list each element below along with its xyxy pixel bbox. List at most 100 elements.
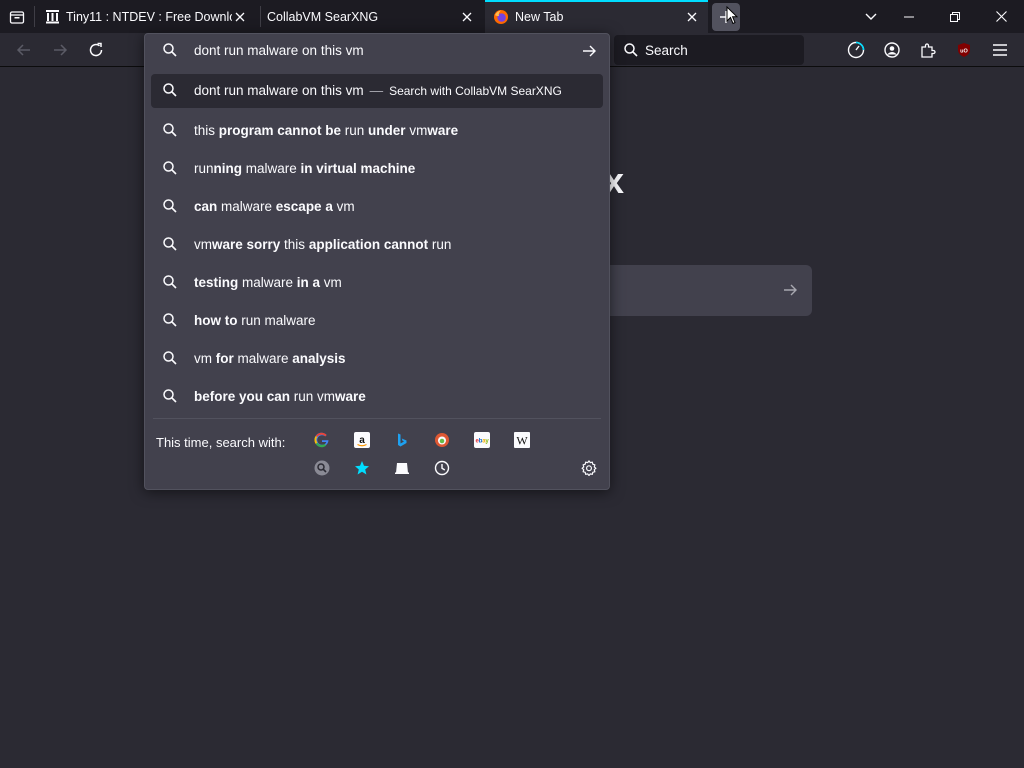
close-icon xyxy=(995,11,1007,22)
suggestion-bold-part: ware xyxy=(335,389,366,404)
close-tab-button[interactable] xyxy=(459,9,475,25)
search-bar[interactable]: Search xyxy=(614,35,804,65)
suggestion-text: can malware escape a vm xyxy=(194,199,355,214)
tab-tiny11[interactable]: Tiny11 : NTDEV : Free Download, Borrow, … xyxy=(38,0,258,33)
amazon-icon[interactable]: a xyxy=(353,431,371,449)
tabs-icon[interactable] xyxy=(393,459,411,477)
reload-icon xyxy=(89,42,103,57)
search-suggestion[interactable]: running malware in virtual machine xyxy=(145,150,609,188)
suggestion-plain-part: this xyxy=(280,237,309,252)
account-icon xyxy=(884,42,900,58)
urlbar-dropdown: dont run malware on this vm dont run mal… xyxy=(144,33,610,490)
result-text: dont run malware on this vm — Search with … xyxy=(194,83,562,98)
extensions-button[interactable] xyxy=(913,35,943,65)
search-icon xyxy=(163,43,177,57)
go-button[interactable] xyxy=(581,43,597,59)
suggestion-text: vm for malware analysis xyxy=(194,351,346,366)
search-icon xyxy=(163,237,177,251)
suggestion-plain-part: this xyxy=(194,123,219,138)
search-suggestion[interactable]: vm for malware analysis xyxy=(145,340,609,378)
history-icon[interactable] xyxy=(433,459,451,477)
svg-text:a: a xyxy=(359,435,365,446)
hamburger-menu-icon xyxy=(993,44,1007,56)
search-icon xyxy=(163,123,177,137)
searxng-icon[interactable] xyxy=(313,459,331,477)
performance-button[interactable] xyxy=(841,35,871,65)
duckduckgo-icon[interactable] xyxy=(433,431,451,449)
minimize-icon xyxy=(904,16,914,17)
search-icon xyxy=(163,83,177,97)
result-separator: — xyxy=(369,83,384,98)
bing-icon[interactable] xyxy=(393,431,411,449)
tab-title: CollabVM SearXNG xyxy=(267,9,379,24)
search-icon xyxy=(163,389,177,403)
suggestion-bold-part: testing xyxy=(194,275,239,290)
firefox-view-icon xyxy=(9,10,25,24)
close-tab-button[interactable] xyxy=(232,9,248,25)
urlbar-input[interactable]: dont run malware on this vm xyxy=(145,34,609,68)
mouse-cursor-icon xyxy=(726,6,738,25)
back-button[interactable] xyxy=(9,35,39,65)
tab-collabvm-searxng[interactable]: CollabVM SearXNG xyxy=(261,0,483,33)
one-off-search-label: This time, search with: xyxy=(156,435,286,450)
bookmarks-icon[interactable] xyxy=(353,459,371,477)
suggestion-bold-part: before you can xyxy=(194,389,291,404)
restore-icon xyxy=(950,11,960,22)
close-tab-button[interactable] xyxy=(684,9,700,25)
heuristic-result[interactable]: dont run malware on this vm — Search with … xyxy=(151,74,603,108)
search-suggestion[interactable]: testing malware in a vm xyxy=(145,264,609,302)
suggestion-plain-part: vm xyxy=(194,351,216,366)
heuristic-query: dont run malware on this vm xyxy=(194,83,364,98)
suggestion-plain-part: run xyxy=(341,123,369,138)
search-icon xyxy=(163,351,177,365)
svg-text:uO: uO xyxy=(960,49,968,55)
firefox-icon xyxy=(493,9,509,25)
app-menu-button[interactable] xyxy=(985,35,1015,65)
suggestion-plain-part: run malware xyxy=(237,313,316,328)
account-button[interactable] xyxy=(877,35,907,65)
suggestion-plain-part: vm xyxy=(320,275,342,290)
window-close-button[interactable] xyxy=(978,0,1024,33)
search-suggestion[interactable]: how to run malware xyxy=(145,302,609,340)
suggestion-bold-part: ware xyxy=(427,123,459,138)
forward-arrow-icon xyxy=(54,44,68,56)
tab-new-tab[interactable]: New Tab xyxy=(485,0,708,33)
ublock-origin-button[interactable]: uO xyxy=(949,35,979,65)
suggestion-bold-part: program cannot be xyxy=(218,123,342,138)
suggestion-bold-part: ning xyxy=(213,161,243,176)
search-icon xyxy=(163,275,177,289)
search-suggestion[interactable]: can malware escape a vm xyxy=(145,188,609,226)
search-suggestion[interactable]: this program cannot be run under vmware xyxy=(145,112,609,150)
forward-button[interactable] xyxy=(45,35,75,65)
ebay-icon[interactable]: e b a y xyxy=(473,431,491,449)
search-icon xyxy=(163,313,177,327)
suggestion-bold-part: ware sorry xyxy=(212,237,281,252)
search-icon xyxy=(624,43,638,57)
archive-icon xyxy=(44,9,60,25)
search-suggestion[interactable]: vmware sorry this application cannot run xyxy=(145,226,609,264)
tab-title: Tiny11 : NTDEV : Free Download, Borrow, … xyxy=(66,9,232,24)
suggestion-bold-part: analysis xyxy=(292,351,346,366)
tab-title: New Tab xyxy=(515,9,564,24)
wikipedia-icon[interactable]: W xyxy=(513,431,531,449)
google-icon[interactable] xyxy=(313,431,331,449)
minimize-button[interactable] xyxy=(886,0,932,33)
gauge-icon xyxy=(847,41,865,59)
gear-icon[interactable] xyxy=(581,460,597,476)
restore-button[interactable] xyxy=(932,0,978,33)
puzzle-icon xyxy=(921,43,936,58)
ublock-origin-icon: uO xyxy=(958,43,970,57)
suggestion-bold-part: how to xyxy=(194,313,238,328)
result-action: Search with CollabVM SearXNG xyxy=(389,84,562,98)
urlbar-results: dont run malware on this vm — Search with … xyxy=(145,72,609,416)
firefox-view-button[interactable] xyxy=(0,0,34,33)
chevron-down-icon xyxy=(865,13,877,20)
suggestion-text: how to run malware xyxy=(194,313,316,328)
reload-button[interactable] xyxy=(81,35,111,65)
suggestion-list: this program cannot be run under vmware r… xyxy=(145,112,609,416)
search-suggestion[interactable]: before you can run vmware xyxy=(145,378,609,416)
search-icon xyxy=(163,161,177,175)
suggestion-plain-part: vm xyxy=(332,199,355,214)
suggestion-bold-part: under xyxy=(368,123,406,138)
tab-strip: Tiny11 : NTDEV : Free Download, Borrow, … xyxy=(0,0,1024,33)
